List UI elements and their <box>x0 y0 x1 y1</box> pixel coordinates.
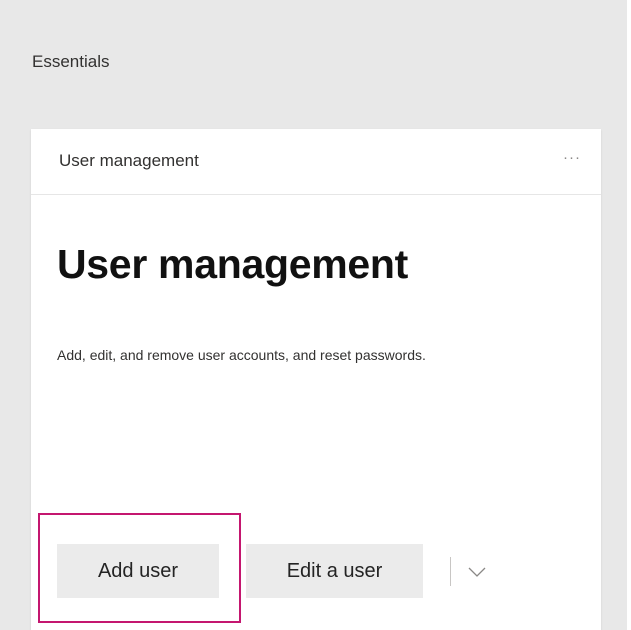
add-user-button[interactable]: Add user <box>57 544 219 598</box>
action-divider <box>450 557 451 586</box>
more-options-icon[interactable]: ··· <box>563 149 581 166</box>
card-header-title: User management <box>59 151 199 170</box>
chevron-down-icon[interactable] <box>465 560 489 584</box>
card-header: User management ··· <box>31 129 601 195</box>
card-description: Add, edit, and remove user accounts, and… <box>57 347 426 363</box>
card-heading: User management <box>57 241 408 287</box>
edit-user-button[interactable]: Edit a user <box>246 544 423 598</box>
essentials-panel: Essentials User management ··· User mana… <box>0 0 627 630</box>
section-title: Essentials <box>32 52 110 71</box>
